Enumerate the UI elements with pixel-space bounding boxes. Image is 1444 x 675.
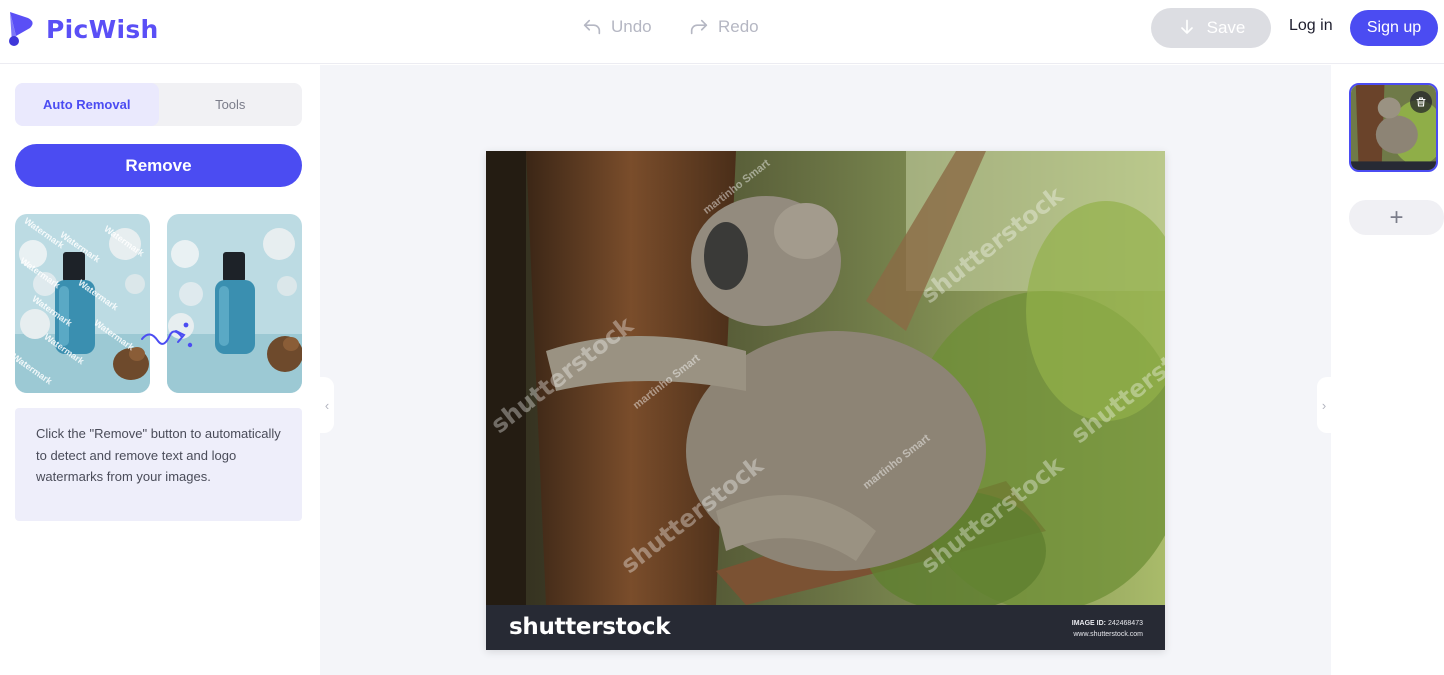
redo-button[interactable]: Redo bbox=[688, 16, 759, 38]
magic-arrow-icon bbox=[141, 322, 193, 348]
undo-button[interactable]: Undo bbox=[581, 16, 652, 38]
save-label: Save bbox=[1206, 18, 1246, 37]
redo-arrow-icon bbox=[690, 19, 708, 35]
instruction-tip: Click the "Remove" button to automatical… bbox=[15, 408, 302, 521]
demo-before-image: Watermark Watermark Watermark Watermark … bbox=[15, 214, 150, 393]
chevron-right-icon: › bbox=[1321, 397, 1327, 413]
image-id-value: 242468473 bbox=[1107, 620, 1143, 627]
mode-tabs: Auto Removal Tools bbox=[15, 83, 302, 126]
save-button[interactable]: Save bbox=[1151, 8, 1271, 48]
delete-image-button[interactable] bbox=[1410, 91, 1432, 113]
shutterstock-logo: shutterstock bbox=[509, 614, 671, 640]
tab-tools[interactable]: Tools bbox=[159, 83, 303, 126]
perfume-bottle-clean-image bbox=[167, 214, 302, 393]
picwish-logo-icon bbox=[9, 12, 33, 46]
image-site: www.shutterstock.com bbox=[1073, 631, 1143, 638]
image-footer-bar: shutterstock IMAGE ID: 242468473 www.shu… bbox=[486, 605, 1165, 650]
app-logo[interactable]: PicWish bbox=[6, 8, 159, 50]
signup-button[interactable]: Sign up bbox=[1350, 10, 1438, 46]
redo-label: Redo bbox=[718, 17, 759, 36]
collapse-left-button[interactable]: ‹ bbox=[320, 377, 334, 433]
trash-icon bbox=[1416, 97, 1426, 107]
main-image[interactable]: shutterstock shutterstock shutterstock s… bbox=[486, 151, 1165, 650]
undo-arrow-icon bbox=[583, 19, 601, 35]
left-panel: Auto Removal Tools Remove Watermark Wate… bbox=[0, 65, 320, 675]
demo-after-image bbox=[167, 214, 302, 393]
chevron-left-icon: ‹ bbox=[324, 397, 330, 413]
koala-photo bbox=[486, 151, 1165, 605]
plus-icon: + bbox=[1389, 203, 1404, 231]
undo-label: Undo bbox=[611, 17, 652, 36]
download-icon bbox=[1180, 19, 1193, 34]
image-id-block: IMAGE ID: 242468473 www.shutterstock.com bbox=[1072, 618, 1143, 640]
top-bar: PicWish Undo Redo Save Log in Sign up bbox=[0, 0, 1444, 64]
image-id-label: IMAGE ID: bbox=[1071, 620, 1106, 627]
app-name: PicWish bbox=[46, 14, 159, 44]
remove-button[interactable]: Remove bbox=[15, 144, 302, 187]
tab-auto-removal[interactable]: Auto Removal bbox=[15, 83, 159, 126]
login-link[interactable]: Log in bbox=[1289, 17, 1333, 35]
collapse-right-button[interactable]: › bbox=[1317, 377, 1331, 433]
add-image-button[interactable]: + bbox=[1349, 200, 1444, 235]
